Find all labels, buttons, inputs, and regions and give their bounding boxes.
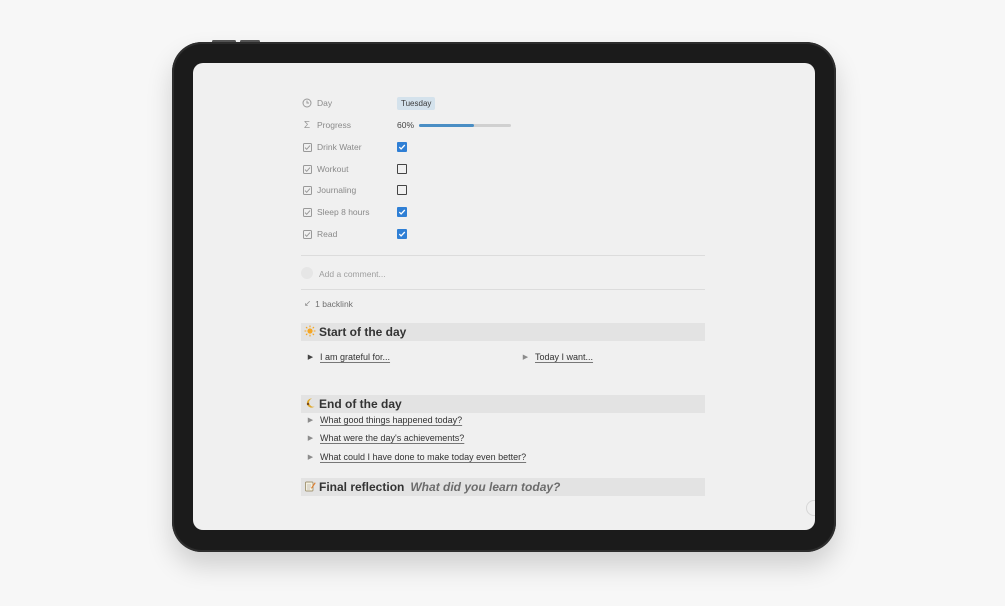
toggle-triangle-icon[interactable]: ▶ (305, 453, 316, 461)
journaling-checkbox[interactable] (397, 185, 407, 195)
toggle-grateful[interactable]: ▶ I am grateful for... (305, 352, 390, 362)
checkbox-icon (301, 163, 313, 175)
drink-water-checkbox[interactable] (397, 142, 407, 152)
property-read: Read (301, 225, 337, 243)
tablet-screen: Day Tuesday Σ Progress 60% Drink Water W… (193, 63, 815, 530)
toggle-triangle-icon[interactable]: ▶ (520, 353, 531, 361)
comment-input[interactable]: Add a comment... (319, 269, 386, 279)
property-journaling: Journaling (301, 181, 356, 199)
property-label: Journaling (317, 185, 357, 195)
property-day: Day (301, 94, 332, 112)
property-drink-water: Drink Water (301, 138, 362, 156)
property-label: Drink Water (317, 142, 362, 152)
heading-subtitle: What did you learn today? (410, 480, 561, 494)
end-of-day-heading: End of the day (301, 395, 705, 413)
backlink-label[interactable]: 1 backlink (315, 299, 353, 309)
toggle-label[interactable]: Today I want... (535, 352, 593, 362)
checkbox-icon (301, 206, 313, 218)
toggle-today-i-want[interactable]: ▶ Today I want... (520, 352, 593, 362)
property-workout-value (397, 160, 407, 178)
memo-icon (301, 480, 319, 495)
property-label: Sleep 8 hours (317, 207, 370, 217)
heading-title: Start of the day (319, 325, 407, 339)
checkbox-icon (301, 228, 313, 240)
sleep-checkbox[interactable] (397, 207, 407, 217)
property-drink-water-value (397, 138, 407, 156)
read-checkbox[interactable] (397, 229, 407, 239)
property-day-value[interactable]: Tuesday (397, 94, 436, 112)
avatar (301, 267, 313, 279)
toggle-better[interactable]: ▶ What could I have done to make today e… (305, 452, 526, 462)
property-journaling-value (397, 181, 407, 199)
progress-bar (419, 123, 512, 127)
arrow-down-left-icon: ↙ (304, 298, 312, 308)
heading-title: End of the day (319, 397, 402, 411)
property-progress: Σ Progress (301, 116, 351, 134)
toggle-triangle-icon[interactable]: ▶ (305, 416, 316, 424)
property-sleep-value (397, 203, 407, 221)
toggle-label[interactable]: I am grateful for... (320, 352, 390, 362)
clock-icon (301, 97, 313, 109)
property-read-value (397, 225, 407, 243)
sigma-icon: Σ (303, 119, 311, 131)
sun-icon (301, 325, 319, 340)
property-label: Workout (317, 164, 349, 174)
help-button[interactable] (806, 500, 815, 516)
toggle-achievements[interactable]: ▶ What were the day's achievements? (305, 433, 465, 443)
tablet-device: Day Tuesday Σ Progress 60% Drink Water W… (172, 42, 836, 552)
checkbox-icon (301, 184, 313, 196)
final-reflection-heading: Final reflection What did you learn toda… (301, 478, 705, 496)
toggle-triangle-icon[interactable]: ▶ (305, 353, 316, 361)
heading-title: Final reflection (319, 480, 405, 494)
toggle-good-things[interactable]: ▶ What good things happened today? (305, 415, 462, 425)
divider (301, 289, 705, 290)
property-workout: Workout (301, 160, 349, 178)
progress-bar-fill (419, 123, 475, 127)
backlink[interactable]: ↙ 1 backlink (304, 298, 353, 309)
day-tag[interactable]: Tuesday (397, 96, 436, 110)
property-sleep: Sleep 8 hours (301, 203, 369, 221)
toggle-label[interactable]: What could I have done to make today eve… (320, 452, 526, 462)
moon-icon (301, 397, 319, 412)
toggle-label[interactable]: What were the day's achievements? (320, 433, 464, 443)
progress-percent: 60% (397, 120, 415, 130)
divider (301, 255, 705, 256)
checkbox-icon (301, 141, 313, 153)
property-label: Read (317, 229, 338, 239)
property-label: Progress (317, 120, 352, 130)
toggle-triangle-icon[interactable]: ▶ (305, 434, 316, 442)
property-progress-value: 60% (397, 116, 512, 134)
property-label: Day (317, 98, 333, 108)
toggle-label[interactable]: What good things happened today? (320, 415, 462, 425)
workout-checkbox[interactable] (397, 164, 407, 174)
start-of-day-heading: Start of the day (301, 323, 705, 341)
